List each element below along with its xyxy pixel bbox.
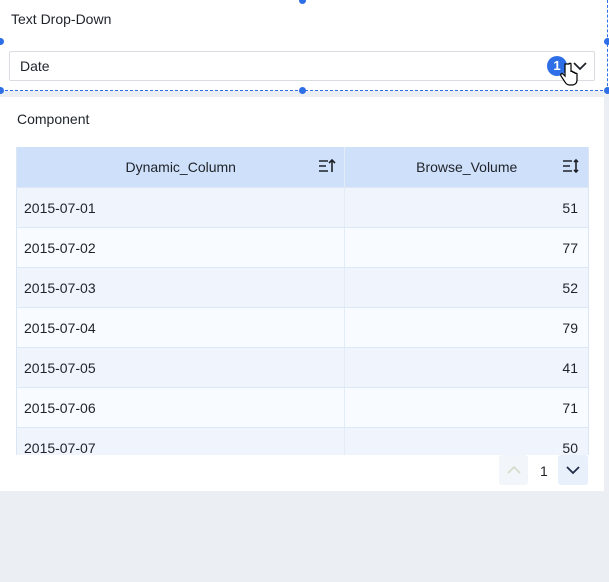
cell-date: 2015-07-03 (17, 268, 346, 307)
cell-date: 2015-07-02 (17, 228, 346, 267)
cell-browse-volume: 52 (562, 280, 578, 296)
table-row[interactable]: 2015-07-05 41 (17, 347, 588, 387)
cell-browse-volume: 41 (562, 360, 578, 376)
next-page-button[interactable] (558, 455, 588, 485)
cell-browse-volume: 51 (562, 200, 578, 216)
resize-handle[interactable] (604, 87, 609, 94)
cell-browse-volume: 71 (562, 400, 578, 416)
previous-page-button[interactable] (499, 455, 528, 485)
table-row[interactable]: 2015-07-06 71 (17, 387, 588, 427)
dropdown-value: Date (20, 58, 50, 74)
chevron-up-icon (506, 465, 521, 474)
component-panel: Component Dynamic_Column Browse_Volume 2… (0, 97, 604, 491)
column-header-dynamic-column[interactable]: Dynamic_Column (17, 147, 346, 187)
resize-handle[interactable] (0, 87, 4, 94)
page-number: 1 (540, 463, 548, 479)
widget-title: Text Drop-Down (11, 11, 112, 27)
text-dropdown-widget: Text Drop-Down Date 1 (0, 0, 609, 94)
panel-title: Component (17, 111, 90, 127)
cell-browse-volume: 50 (562, 440, 578, 455)
table-row[interactable]: 2015-07-04 79 (17, 307, 588, 347)
resize-handle[interactable] (604, 38, 609, 45)
table-row[interactable]: 2015-07-03 52 (17, 267, 588, 307)
table-row[interactable]: 2015-07-02 77 (17, 227, 588, 267)
column-header-browse-volume[interactable]: Browse_Volume (345, 147, 588, 187)
date-dropdown[interactable]: Date 1 (9, 51, 595, 81)
cell-browse-volume: 77 (562, 240, 578, 256)
hand-cursor-icon (560, 62, 578, 86)
column-label: Browse_Volume (416, 159, 518, 175)
table-row[interactable]: 2015-07-01 51 (17, 187, 588, 227)
cell-date: 2015-07-05 (17, 348, 346, 387)
cell-date: 2015-07-01 (17, 188, 346, 227)
data-table: Dynamic_Column Browse_Volume 2015-07-01 5… (16, 147, 589, 455)
resize-handle[interactable] (299, 87, 306, 94)
cell-browse-volume: 79 (562, 320, 578, 336)
sort-icon[interactable] (562, 158, 580, 174)
cell-date: 2015-07-06 (17, 388, 346, 427)
chevron-down-icon (566, 466, 580, 475)
cell-date: 2015-07-07 (17, 428, 346, 455)
cell-date: 2015-07-04 (17, 308, 346, 347)
column-label: Dynamic_Column (125, 159, 236, 175)
table-row[interactable]: 2015-07-07 50 (17, 427, 588, 455)
table-header: Dynamic_Column Browse_Volume (17, 147, 588, 187)
sort-ascending-icon[interactable] (318, 158, 336, 174)
